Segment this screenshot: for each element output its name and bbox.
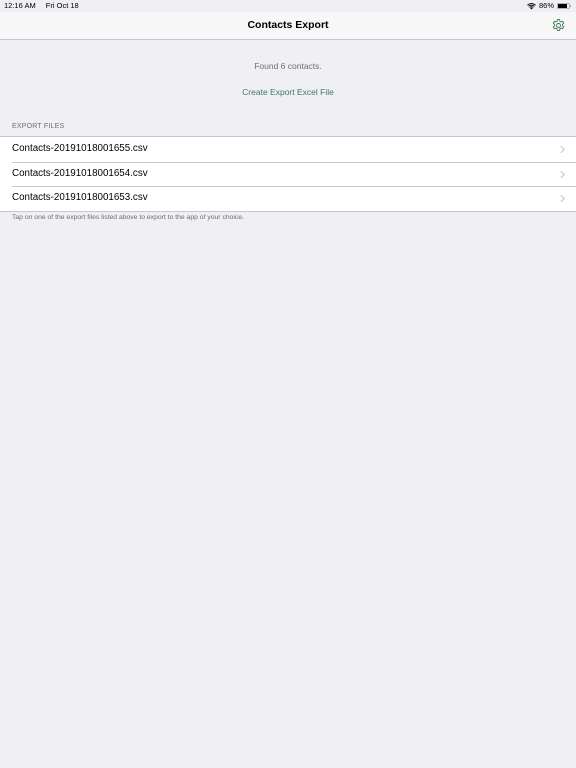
status-time: 12:16 AM: [4, 1, 36, 10]
chevron-right-icon: [560, 194, 565, 203]
status-right: 86%: [527, 0, 571, 12]
export-file-name: Contacts-20191018001655.csv: [12, 143, 148, 154]
create-export-excel-button[interactable]: Create Export Excel File: [0, 86, 576, 98]
export-files-header: EXPORT FILES: [12, 123, 65, 130]
wifi-icon: [527, 2, 536, 9]
export-files-list: Contacts-20191018001655.csv Contacts-201…: [0, 136, 576, 212]
status-bar: 12:16 AM Fri Oct 18 86%: [0, 0, 576, 12]
chevron-right-icon: [560, 170, 565, 178]
export-file-name: Contacts-20191018001654.csv: [12, 167, 148, 179]
contacts-found-text: Found 6 contacts.: [254, 61, 322, 71]
status-left: 12:16 AM Fri Oct 18: [4, 0, 87, 12]
page-title: Contacts Export: [247, 19, 329, 31]
battery-percent: 86%: [538, 1, 554, 10]
export-file-row[interactable]: Contacts-20191018001654.csv: [0, 161, 576, 187]
export-file-row[interactable]: Contacts-20191018001655.csv: [0, 137, 576, 162]
export-file-row[interactable]: Contacts-20191018001653.csv: [0, 186, 576, 211]
gear-icon[interactable]: [551, 18, 566, 33]
status-date: Fri Oct 18: [45, 1, 79, 10]
export-file-name: Contacts-20191018001653.csv: [12, 192, 148, 203]
navigation-bar: Contacts Export: [0, 12, 576, 40]
battery-icon: [557, 3, 571, 9]
chevron-right-icon: [560, 145, 565, 154]
export-files-footer: Tap on one of the export files listed ab…: [12, 214, 244, 221]
